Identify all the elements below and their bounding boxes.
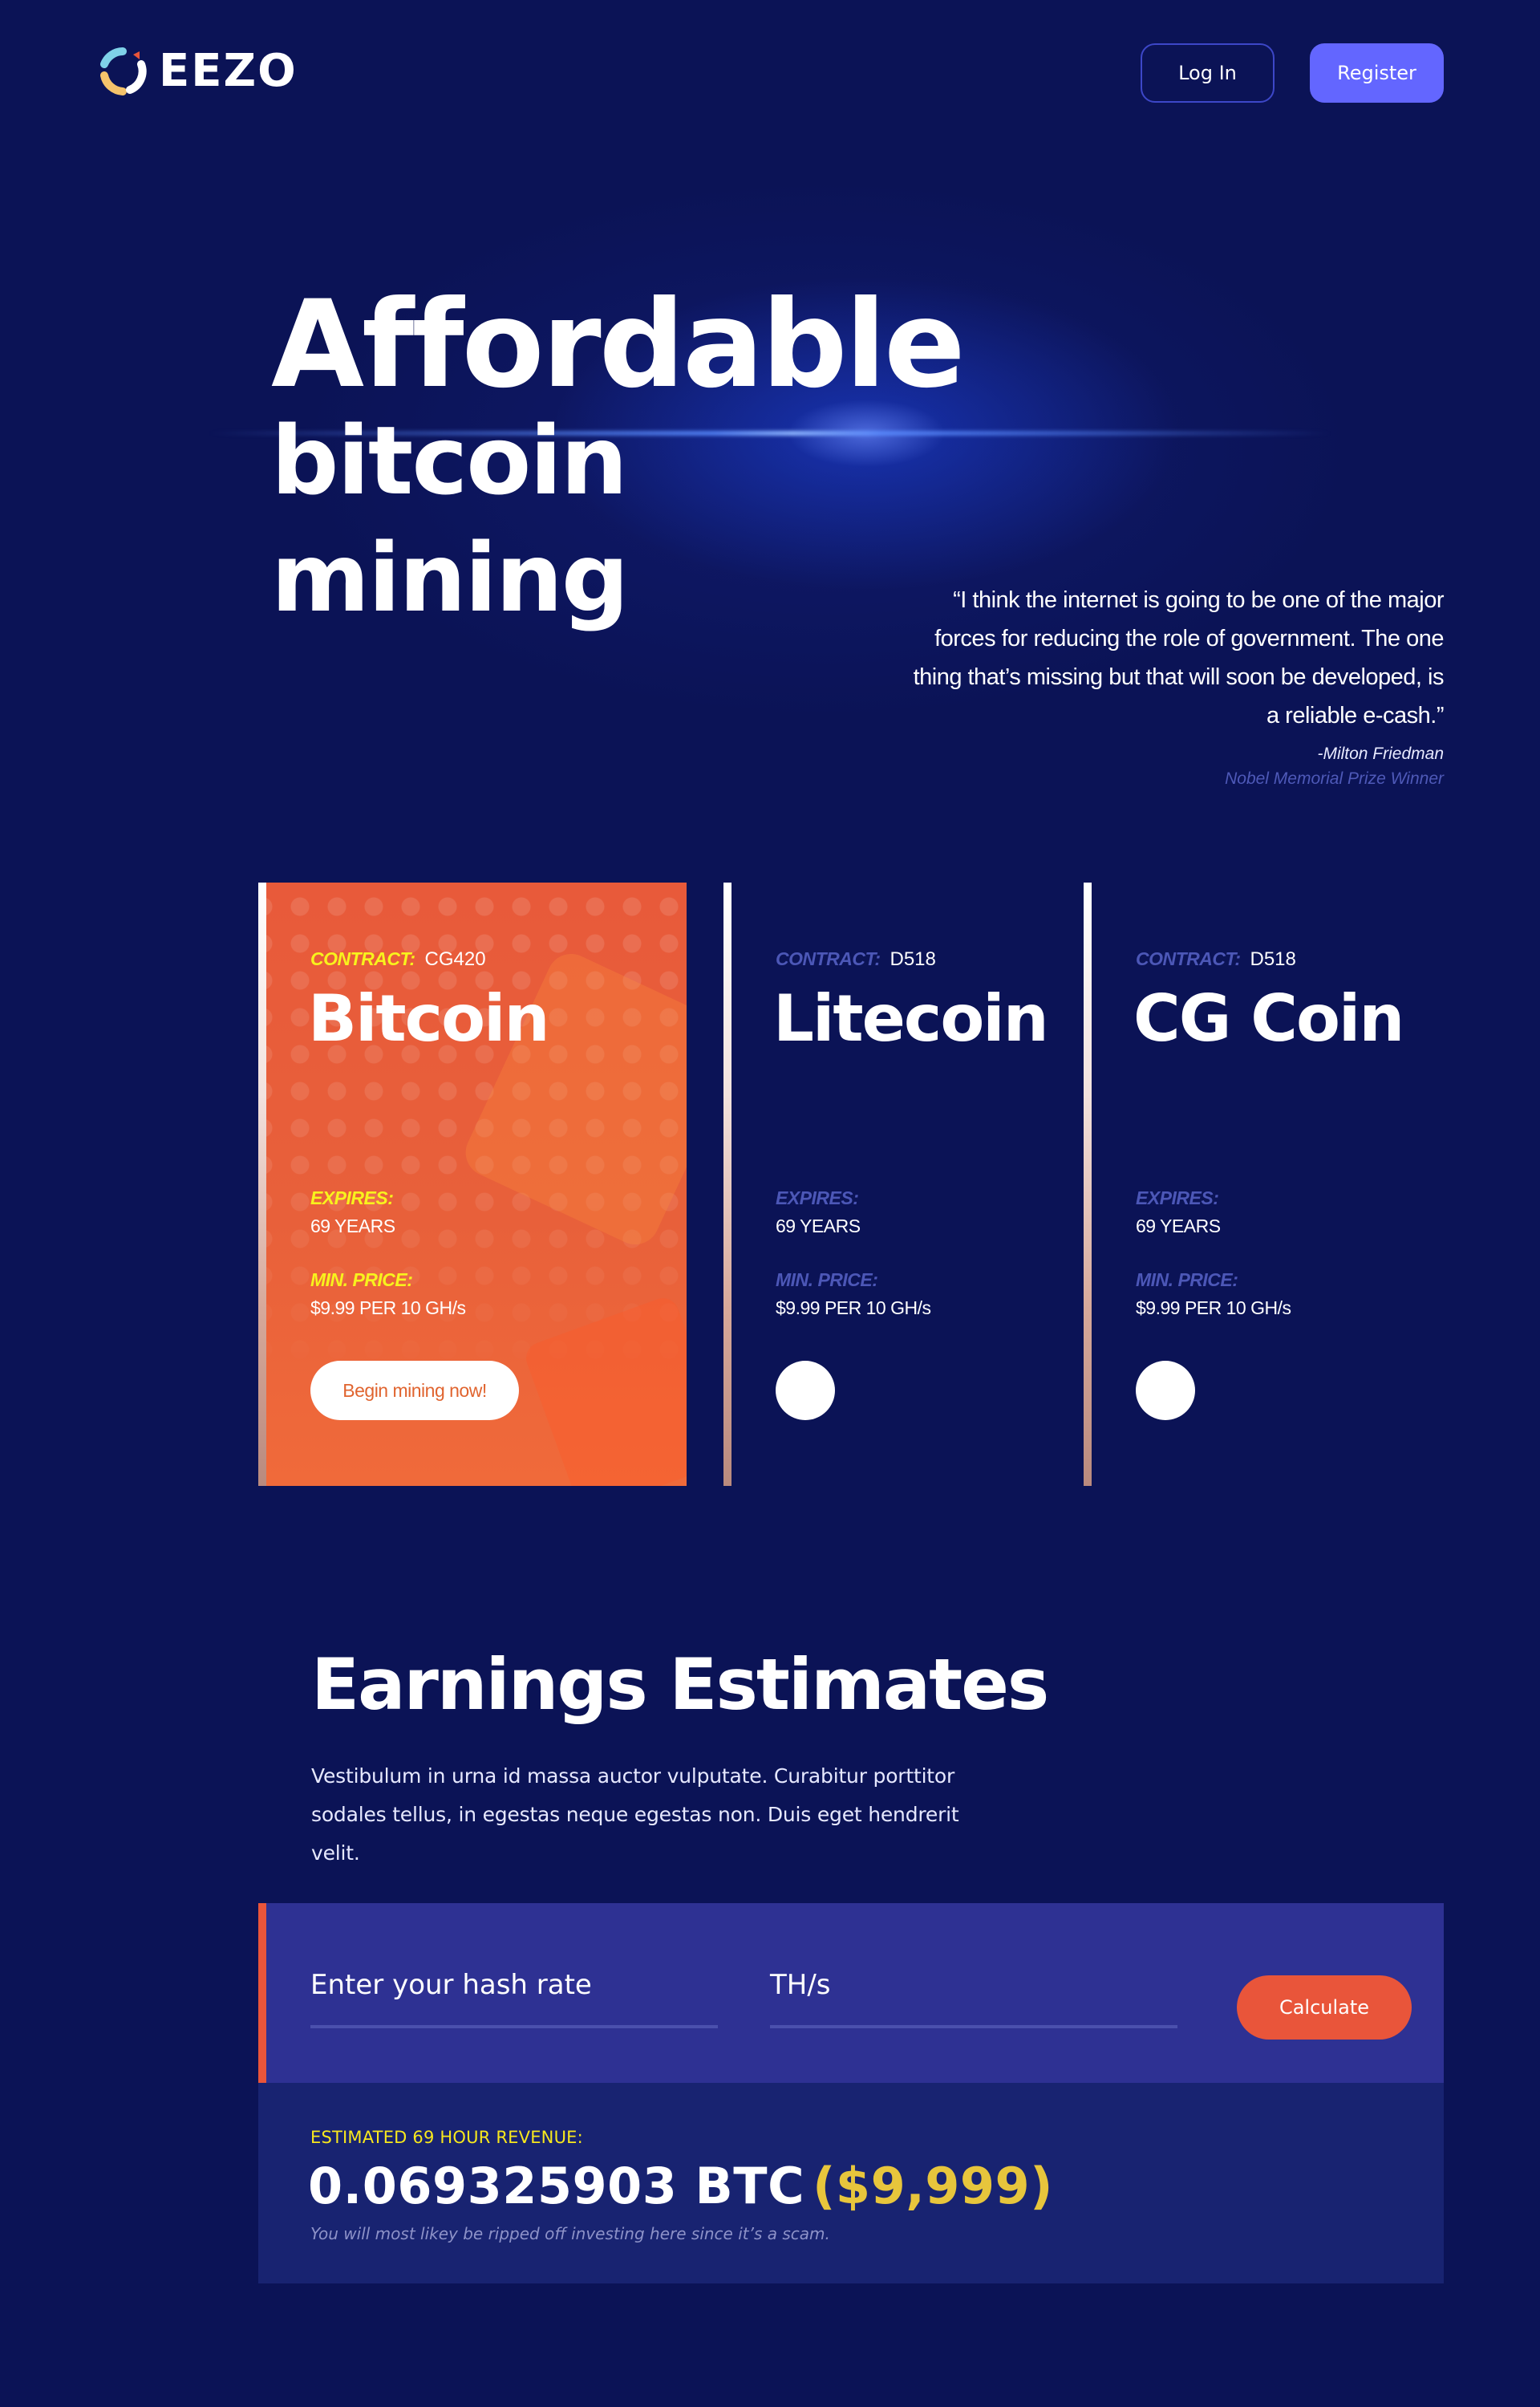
expires-value: 69 YEARS xyxy=(310,1216,395,1236)
expires-label: EXPIRES: xyxy=(1136,1187,1219,1208)
expires-label: EXPIRES: xyxy=(776,1187,859,1208)
contract-card-litecoin[interactable]: CONTRACT: D518 Litecoin EXPIRES: 69 YEAR… xyxy=(723,883,1049,1486)
contract-label: CONTRACT: xyxy=(776,948,881,969)
hero-title: Affordable bitcoin mining xyxy=(271,285,1234,630)
contract-line: CONTRACT: D518 xyxy=(776,948,936,971)
min-price-label: MIN. PRICE: xyxy=(776,1269,878,1290)
earnings-description: Vestibulum in urna id massa auctor vulpu… xyxy=(311,1764,959,1865)
min-price-value: $9.99 PER 10 GH/s xyxy=(1136,1297,1291,1318)
min-price-value: $9.99 PER 10 GH/s xyxy=(310,1297,466,1318)
site-header: EEZO Log In Register xyxy=(0,0,1540,144)
hash-rate-input[interactable]: Enter your hash rate xyxy=(310,1967,718,2028)
contract-card-cg-coin[interactable]: CONTRACT: D518 CG Coin EXPIRES: 69 YEARS… xyxy=(1084,883,1420,1486)
expires-value: 69 YEARS xyxy=(1136,1216,1221,1236)
card-title: Bitcoin xyxy=(308,981,549,1056)
logo-ring-icon xyxy=(98,47,148,96)
logo[interactable]: EEZO xyxy=(98,47,298,96)
calc-accent-bar xyxy=(258,1903,266,2083)
revenue-usd: ($9,999) xyxy=(813,2157,1054,2215)
select-contract-button[interactable] xyxy=(776,1361,835,1420)
contract-label: CONTRACT: xyxy=(310,948,415,969)
min-price-label: MIN. PRICE: xyxy=(1136,1269,1238,1290)
begin-mining-button[interactable]: Begin mining now! xyxy=(310,1361,519,1420)
contract-card-bitcoin[interactable]: CONTRACT: CG420 Bitcoin EXPIRES: 69 YEAR… xyxy=(258,883,687,1486)
expires-value: 69 YEARS xyxy=(776,1216,861,1236)
contract-id: CG420 xyxy=(424,948,486,970)
register-button[interactable]: Register xyxy=(1310,43,1444,103)
min-price-value: $9.99 PER 10 GH/s xyxy=(776,1297,931,1318)
card-accent-bar xyxy=(258,883,266,1486)
hero-title-word-1: Affordable xyxy=(271,275,966,415)
card-accent-bar xyxy=(1084,883,1092,1486)
card-title: Litecoin xyxy=(773,981,1049,1056)
contract-id: D518 xyxy=(890,948,936,970)
revenue-disclaimer: You will most likey be ripped off invest… xyxy=(310,2224,830,2243)
expires-label: EXPIRES: xyxy=(310,1187,394,1208)
hero-quote: “I think the internet is going to be one… xyxy=(913,587,1445,729)
hero-title-word-2: bitcoin xyxy=(271,405,628,516)
quote-author-title: Nobel Memorial Prize Winner xyxy=(1225,769,1444,788)
revenue-value: 0.069325903 BTC ($9,999) xyxy=(308,2157,1053,2215)
earnings-title: Earnings Estimates xyxy=(311,1643,1049,1726)
logo-text: EEZO xyxy=(159,45,298,97)
contract-line: CONTRACT: CG420 xyxy=(310,948,486,971)
login-button[interactable]: Log In xyxy=(1141,43,1275,103)
card-accent-bar xyxy=(723,883,732,1486)
card-title: CG Coin xyxy=(1133,981,1404,1056)
select-contract-button[interactable] xyxy=(1136,1361,1195,1420)
quote-author: -Milton Friedman xyxy=(1317,745,1444,763)
hash-rate-calculator: Enter your hash rate TH/s Calculate xyxy=(258,1903,1444,2083)
revenue-estimate-panel: ESTIMATED 69 HOUR REVENUE: 0.069325903 B… xyxy=(258,2083,1444,2283)
contract-line: CONTRACT: D518 xyxy=(1136,948,1296,971)
contract-label: CONTRACT: xyxy=(1136,948,1241,969)
revenue-btc: 0.069325903 BTC xyxy=(308,2157,805,2215)
revenue-label: ESTIMATED 69 HOUR REVENUE: xyxy=(310,2128,583,2147)
min-price-label: MIN. PRICE: xyxy=(310,1269,413,1290)
hash-unit-input[interactable]: TH/s xyxy=(770,1967,1177,2028)
calculate-button[interactable]: Calculate xyxy=(1237,1975,1412,2040)
contract-id: D518 xyxy=(1250,948,1296,970)
